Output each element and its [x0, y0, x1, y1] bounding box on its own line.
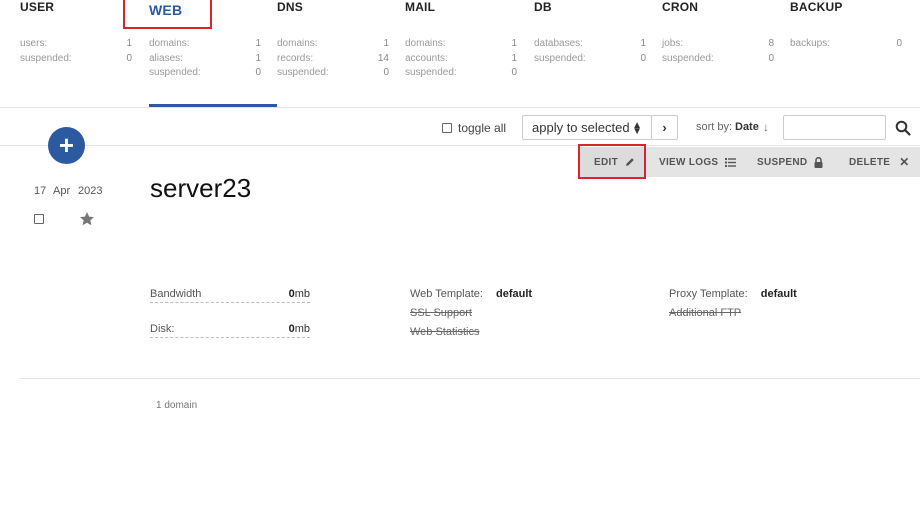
tab-web-label: WEB — [149, 2, 183, 18]
sort-by-value[interactable]: Date — [735, 121, 759, 133]
suspend-label: SUSPEND — [757, 156, 808, 168]
date-month: Apr — [53, 185, 71, 197]
toggle-all-label: toggle all — [458, 121, 507, 135]
stat-accounts: accounts: 1 — [405, 53, 517, 64]
domain-count: 1 domain — [156, 400, 198, 411]
tab-user[interactable]: USER users: 1 suspended: 0 — [20, 0, 148, 107]
stat-suspended: suspended: 0 — [20, 53, 132, 64]
star-icon[interactable] — [79, 211, 95, 227]
delete-label: DELETE — [849, 156, 891, 168]
add-domain-button[interactable]: + — [48, 127, 85, 164]
tab-mail[interactable]: MAIL domains: 1 accounts: 1 suspended: 0 — [405, 0, 533, 107]
stat-jobs: jobs: 8 — [662, 38, 774, 49]
web-statistics: Web Statistics — [410, 326, 480, 338]
apply-to-selected-select[interactable]: apply to selected ▲ ▼ — [522, 115, 652, 140]
tab-user-label: USER — [20, 0, 55, 14]
stat-suspended: suspended: 0 — [405, 67, 517, 78]
toggle-all[interactable]: toggle all — [442, 121, 506, 135]
stat-records: records: 14 — [277, 53, 389, 64]
tab-backup-label: BACKUP — [790, 0, 843, 14]
stat-suspended: suspended: 0 — [534, 53, 646, 64]
view-logs-button[interactable]: VIEW LOGS — [659, 147, 737, 177]
plus-icon: + — [58, 130, 75, 160]
list-toolbar: toggle all apply to selected ▲ ▼ › sort b… — [0, 108, 920, 146]
tab-web[interactable]: WEB domains: 1 aliases: 1 suspended: 0 — [149, 0, 277, 107]
stat-suspended: suspended: 0 — [277, 67, 389, 78]
web-template-value: default — [496, 288, 533, 300]
stat-aliases: aliases: 1 — [149, 53, 261, 64]
proxy-template: Proxy Template: default — [669, 288, 797, 300]
sort-direction-icon[interactable]: ↓ — [763, 120, 769, 134]
bandwidth-metric: Bandwidth 0mb — [150, 287, 310, 303]
apply-go-button[interactable]: › — [651, 115, 678, 140]
date-day: 17 — [34, 185, 47, 197]
stat-domains: domains: 1 — [405, 38, 517, 49]
search-input[interactable] — [783, 115, 886, 140]
chevron-right-icon: › — [662, 120, 667, 135]
disk-metric: Disk: 0mb — [150, 322, 310, 338]
tab-db[interactable]: DB databases: 1 suspended: 0 — [534, 0, 662, 107]
delete-button[interactable]: DELETE ✕ — [849, 147, 910, 177]
row-checkbox[interactable] — [34, 214, 44, 224]
stat-databases: databases: 1 — [534, 38, 646, 49]
stat-domains: domains: 1 — [277, 38, 389, 49]
proxy-template-value: default — [760, 288, 797, 300]
additional-ftp: Additional FTP — [669, 307, 742, 319]
tab-db-label: DB — [534, 0, 552, 14]
domain-name[interactable]: server23 — [150, 173, 251, 204]
disk-label: Disk: — [150, 323, 175, 335]
date-year: 2023 — [78, 185, 103, 197]
bandwidth-value: 0mb — [288, 288, 310, 300]
list-icon — [725, 157, 737, 167]
record-action-bar: EDIT VIEW LOGS SUSPEND DELETE ✕ — [578, 147, 920, 177]
lock-icon — [814, 156, 823, 168]
tab-backup[interactable]: BACKUP backups: 0 — [790, 0, 918, 107]
stat-suspended: suspended: 0 — [149, 67, 261, 78]
search-icon[interactable] — [895, 120, 911, 136]
stat-users: users: 1 — [20, 38, 132, 49]
sort-by-label: sort by: — [696, 121, 733, 133]
pencil-icon — [625, 157, 635, 167]
tab-dns[interactable]: DNS domains: 1 records: 14 suspended: 0 — [277, 0, 405, 107]
edit-label: EDIT — [594, 156, 618, 168]
close-icon: ✕ — [899, 155, 910, 169]
toggle-all-checkbox[interactable] — [442, 123, 452, 133]
web-template-label: Web Template: — [410, 288, 483, 300]
ssl-support: SSL Support — [410, 307, 472, 319]
apply-to-selected-label: apply to selected — [532, 120, 630, 135]
tab-dns-label: DNS — [277, 0, 303, 14]
stat-backups: backups: 0 — [790, 38, 902, 49]
disk-value: 0mb — [288, 323, 310, 335]
bandwidth-label: Bandwidth — [150, 288, 202, 300]
record-divider — [20, 378, 920, 379]
view-logs-label: VIEW LOGS — [659, 156, 719, 168]
stat-suspended: suspended: 0 — [662, 53, 774, 64]
web-template: Web Template: default — [410, 288, 532, 300]
sort-caret-icon: ▲ ▼ — [632, 120, 642, 137]
suspend-button[interactable]: SUSPEND — [757, 147, 823, 177]
tab-cron[interactable]: CRON jobs: 8 suspended: 0 — [662, 0, 790, 107]
tab-cron-label: CRON — [662, 0, 699, 14]
proxy-template-label: Proxy Template: — [669, 288, 748, 300]
stat-domains: domains: 1 — [149, 38, 261, 49]
top-tab-bar: USER users: 1 suspended: 0 WEB domains: 1 a… — [0, 0, 920, 108]
tab-mail-label: MAIL — [405, 0, 436, 14]
edit-button[interactable]: EDIT — [578, 147, 644, 177]
